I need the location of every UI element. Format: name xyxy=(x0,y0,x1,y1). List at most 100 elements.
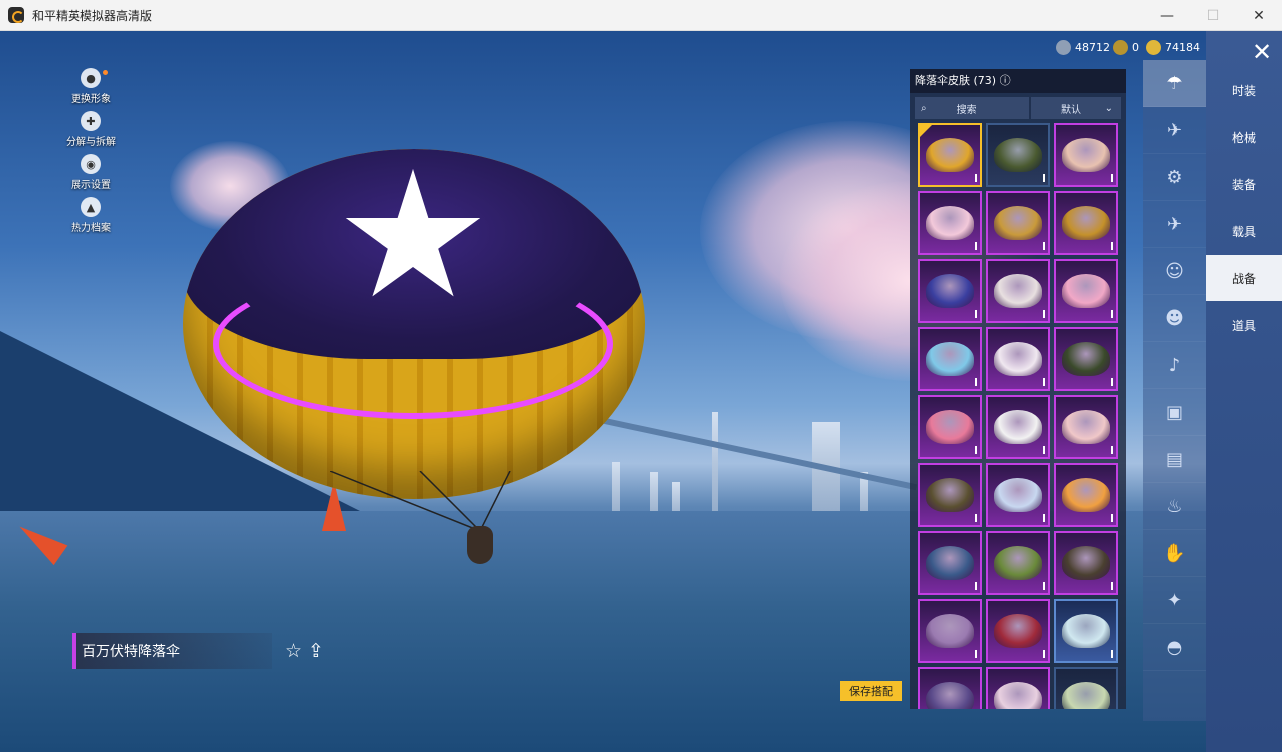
plane-icon[interactable]: ✈ xyxy=(1143,201,1206,248)
glider-icon[interactable]: ✈ xyxy=(1143,107,1206,154)
left-menu: ● 更换形象 ✚ 分解与拆解 ◉ 展示设置 ▲ 热力档案 xyxy=(60,68,122,240)
skin-item[interactable] xyxy=(1054,327,1118,391)
skin-item[interactable] xyxy=(918,667,982,709)
parachute-thumbnail xyxy=(1062,546,1110,580)
puzzle-icon: ✚ xyxy=(81,111,101,131)
display-settings-button[interactable]: ◉ 展示设置 xyxy=(60,154,122,191)
rarity-marker xyxy=(975,582,977,590)
rarity-marker xyxy=(975,650,977,658)
skin-item[interactable] xyxy=(986,463,1050,527)
tab-5[interactable]: 道具 xyxy=(1206,302,1282,348)
parachute-thumbnail xyxy=(1062,274,1110,308)
hand-icon[interactable]: ✋ xyxy=(1143,530,1206,577)
rarity-marker xyxy=(975,174,977,182)
window-controls: — ☐ ✕ xyxy=(1144,0,1282,31)
item-name: 百万伏特降落伞 xyxy=(72,633,272,669)
skin-item[interactable] xyxy=(918,599,982,663)
search-input[interactable]: ⌕ 搜索 xyxy=(915,97,1029,119)
skin-item[interactable] xyxy=(986,123,1050,187)
skin-item[interactable] xyxy=(1054,599,1118,663)
skin-item[interactable] xyxy=(918,531,982,595)
rarity-marker xyxy=(1043,582,1045,590)
sort-value: 默认 xyxy=(1061,104,1081,116)
parachute-thumbnail xyxy=(926,546,974,580)
parachute-thumbnail xyxy=(926,682,974,709)
heat-archive-button[interactable]: ▲ 热力档案 xyxy=(60,197,122,234)
skin-item[interactable] xyxy=(986,191,1050,255)
rarity-marker xyxy=(1111,446,1113,454)
minimize-button[interactable]: — xyxy=(1144,0,1190,31)
skin-item[interactable] xyxy=(986,395,1050,459)
parachute-thumbnail xyxy=(926,206,974,240)
share-icon[interactable]: ⇪ xyxy=(308,640,324,662)
skin-item[interactable] xyxy=(918,191,982,255)
flame-icon: ▲ xyxy=(81,197,101,217)
skin-item[interactable] xyxy=(986,531,1050,595)
parachute-model[interactable] xyxy=(183,149,645,499)
parachute-thumbnail xyxy=(994,546,1042,580)
tab-4[interactable]: 战备 xyxy=(1206,255,1282,301)
parachute-thumbnail xyxy=(1062,342,1110,376)
rarity-marker xyxy=(1111,650,1113,658)
drone-icon[interactable]: ⚙ xyxy=(1143,154,1206,201)
decompose-button[interactable]: ✚ 分解与拆解 xyxy=(60,111,122,148)
extinguisher-icon[interactable]: ♨ xyxy=(1143,483,1206,530)
tab-3[interactable]: 载具 xyxy=(1206,208,1282,254)
parachute-thumbnail xyxy=(926,410,974,444)
rarity-marker xyxy=(1043,446,1045,454)
save-outfit-button[interactable]: 保存搭配 xyxy=(840,681,902,701)
skin-item[interactable] xyxy=(918,123,982,187)
skin-item[interactable] xyxy=(986,667,1050,709)
skin-item[interactable] xyxy=(918,259,982,323)
skin-item[interactable] xyxy=(1054,667,1118,709)
favorite-star-icon[interactable]: ☆ xyxy=(285,640,302,662)
skin-item[interactable] xyxy=(918,395,982,459)
speaker-icon[interactable]: ♪ xyxy=(1143,342,1206,389)
rarity-marker xyxy=(1043,650,1045,658)
rarity-marker xyxy=(1043,378,1045,386)
card-icon[interactable]: ▣ xyxy=(1143,389,1206,436)
photo-icon[interactable]: ▤ xyxy=(1143,436,1206,483)
rarity-marker xyxy=(975,446,977,454)
parachute-thumbnail xyxy=(1062,138,1110,172)
skin-item[interactable] xyxy=(1054,259,1118,323)
rarity-marker xyxy=(1111,378,1113,386)
skin-item[interactable] xyxy=(1054,395,1118,459)
skin-item[interactable] xyxy=(1054,531,1118,595)
skin-item[interactable] xyxy=(1054,191,1118,255)
rarity-marker xyxy=(975,378,977,386)
gold-coin-icon xyxy=(1146,40,1161,55)
parachute-thumbnail xyxy=(1062,206,1110,240)
skin-item[interactable] xyxy=(918,463,982,527)
skin-item[interactable] xyxy=(1054,123,1118,187)
tab-2[interactable]: 装备 xyxy=(1206,161,1282,207)
helmet-icon[interactable]: ◓ xyxy=(1143,624,1206,671)
building xyxy=(712,412,718,522)
skin-item[interactable] xyxy=(1054,463,1118,527)
emote-icon[interactable]: ☺ xyxy=(1143,248,1206,295)
avatar-icon: ● xyxy=(81,68,101,88)
tab-1[interactable]: 枪械 xyxy=(1206,114,1282,160)
close-icon[interactable]: ✕ xyxy=(1248,38,1276,66)
skin-item[interactable] xyxy=(986,599,1050,663)
sparkle-icon[interactable]: ✦ xyxy=(1143,577,1206,624)
silver-coin-icon xyxy=(1056,40,1071,55)
close-window-button[interactable]: ✕ xyxy=(1236,0,1282,31)
rarity-marker xyxy=(1111,514,1113,522)
change-appearance-button[interactable]: ● 更换形象 xyxy=(60,68,122,105)
skin-item[interactable] xyxy=(986,259,1050,323)
sort-dropdown[interactable]: 默认 ⌄ xyxy=(1031,97,1121,119)
currency-badge: 0 xyxy=(1113,40,1139,55)
skin-item[interactable] xyxy=(918,327,982,391)
currency-silver: 48712 xyxy=(1056,40,1110,55)
rarity-marker xyxy=(1111,174,1113,182)
gold-badge-icon xyxy=(1113,40,1128,55)
tab-0[interactable]: 时装 xyxy=(1206,67,1282,113)
maximize-button[interactable]: ☐ xyxy=(1190,0,1236,31)
robot-icon[interactable]: ☻ xyxy=(1143,295,1206,342)
parachute-thumbnail xyxy=(1062,478,1110,512)
parachute-thumbnail xyxy=(926,274,974,308)
parachute-icon[interactable]: ☂ xyxy=(1143,60,1206,107)
rarity-marker xyxy=(1043,242,1045,250)
skin-item[interactable] xyxy=(986,327,1050,391)
